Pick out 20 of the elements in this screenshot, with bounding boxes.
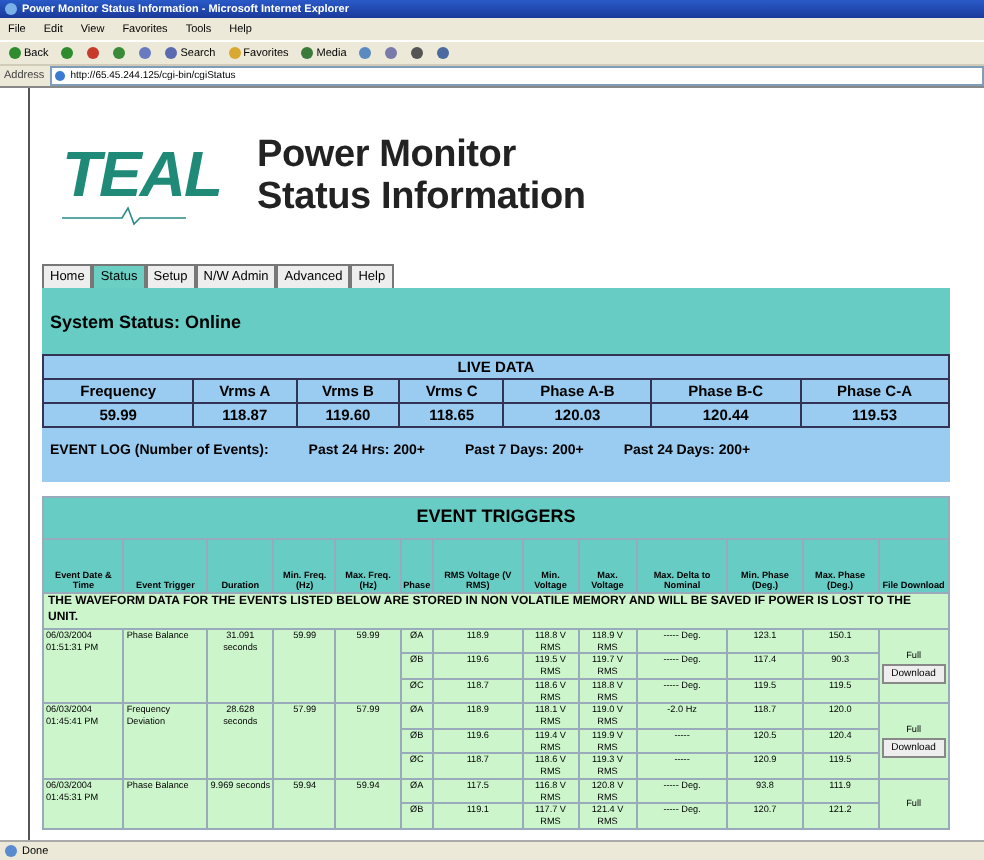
history-button[interactable]	[354, 44, 377, 62]
page-icon	[54, 70, 67, 82]
print-button[interactable]	[406, 44, 429, 62]
event-triggers-title: EVENT TRIGGERS	[43, 497, 949, 539]
mail-button[interactable]	[380, 44, 403, 62]
stop-button[interactable]	[82, 44, 105, 62]
page-icon	[4, 844, 18, 858]
logo-text: TEAL	[62, 142, 222, 206]
round-icon	[300, 46, 315, 60]
forward-button[interactable]	[56, 44, 79, 62]
page-heading: Status Information	[257, 178, 586, 220]
system-status-text: System Status: Online	[50, 311, 242, 331]
round-icon	[8, 46, 22, 60]
browser-icon	[4, 2, 18, 16]
edit-button[interactable]	[432, 44, 455, 62]
page-heading: Power Monitor	[257, 136, 518, 178]
round-icon	[227, 46, 242, 60]
home-button[interactable]	[134, 44, 157, 62]
waveform-line-icon	[62, 206, 186, 226]
refresh-button[interactable]	[108, 44, 131, 62]
